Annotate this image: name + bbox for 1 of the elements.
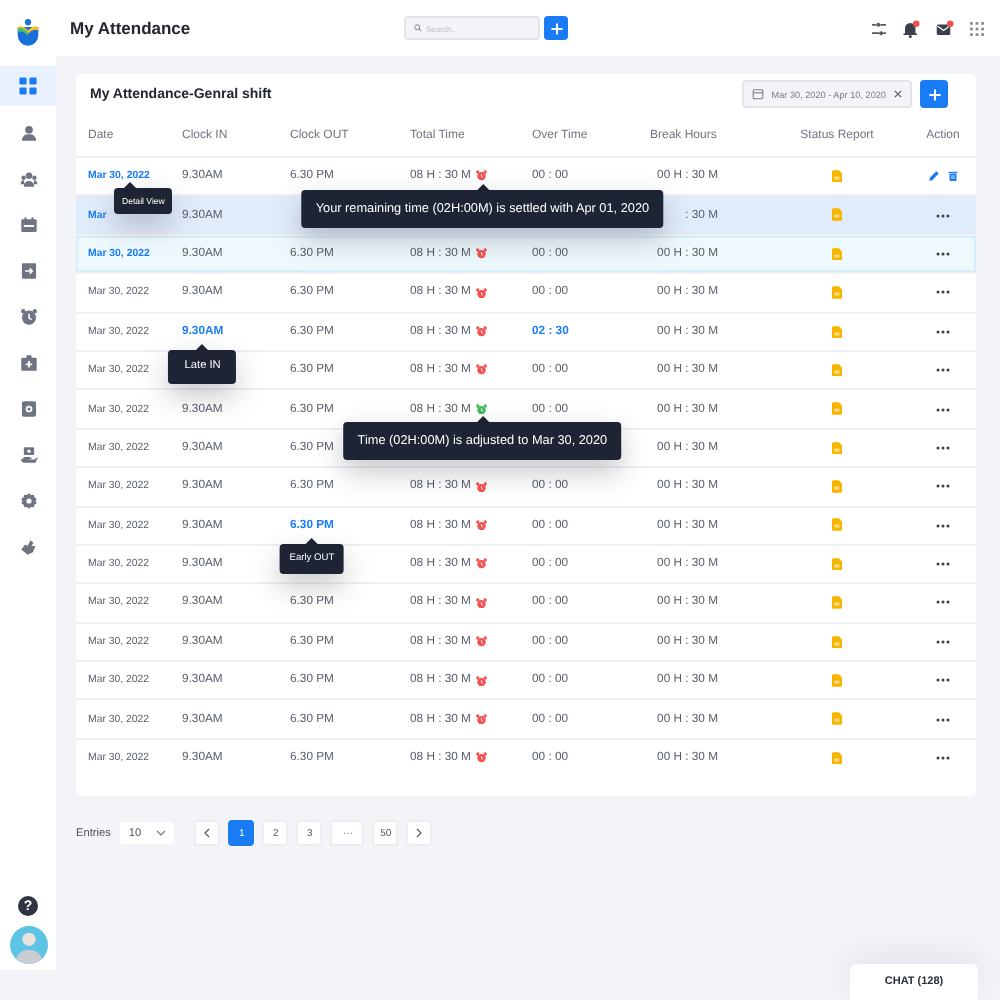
page-title: My Attendance: [70, 18, 193, 38]
